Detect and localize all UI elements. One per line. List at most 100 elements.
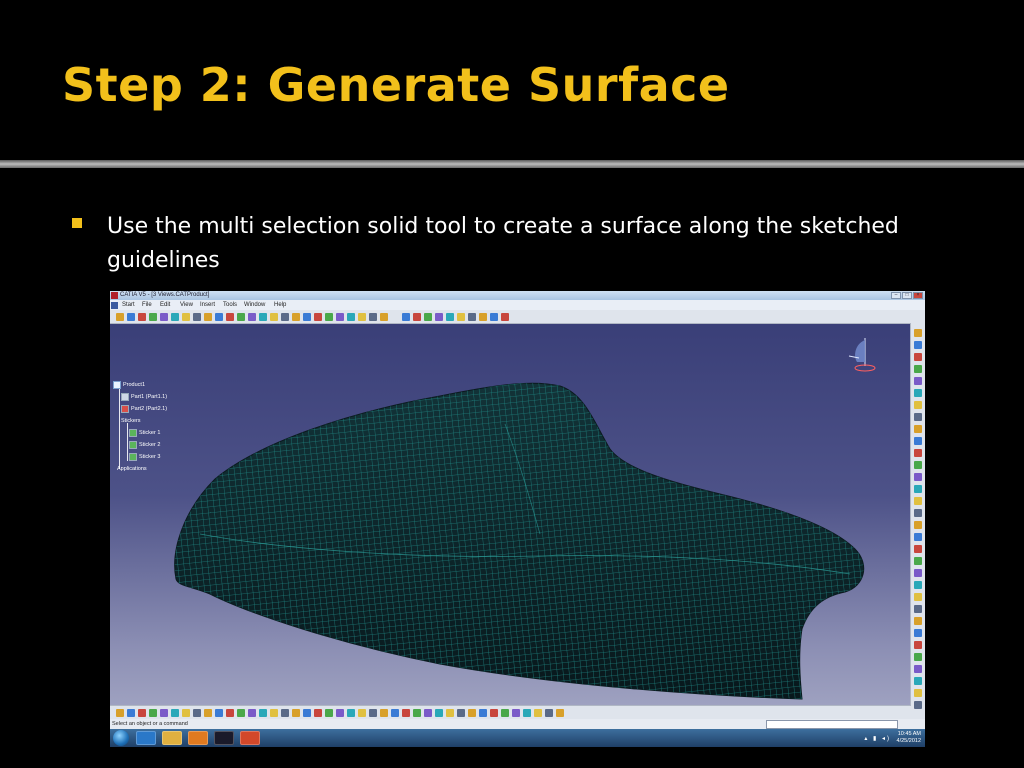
- toolbar-icon[interactable]: [292, 313, 300, 321]
- toolbar-icon[interactable]: [281, 313, 289, 321]
- tree-item-product1[interactable]: Product1: [113, 379, 145, 391]
- toolbar-icon[interactable]: [446, 313, 454, 321]
- toolbar-icon[interactable]: [914, 521, 922, 529]
- system-tray-icons[interactable]: ▴ ▮ ◂): [864, 735, 891, 742]
- toolbar-icon[interactable]: [369, 709, 377, 717]
- toolbar-icon[interactable]: [501, 709, 509, 717]
- toolbar-icon[interactable]: [402, 709, 410, 717]
- compass-icon[interactable]: [845, 334, 885, 374]
- toolbar-icon[interactable]: [259, 313, 267, 321]
- toolbar-icon[interactable]: [914, 641, 922, 649]
- toolbar-icon[interactable]: [512, 709, 520, 717]
- toolbar-icon[interactable]: [914, 389, 922, 397]
- toolbar-icon[interactable]: [171, 313, 179, 321]
- minimize-button[interactable]: –: [891, 292, 901, 299]
- menu-insert[interactable]: Insert: [200, 300, 215, 310]
- toolbar-icon[interactable]: [182, 313, 190, 321]
- toolbar-icon[interactable]: [457, 709, 465, 717]
- toolbar-icon[interactable]: [914, 689, 922, 697]
- toolbar-icon[interactable]: [127, 313, 135, 321]
- toolbar-icon[interactable]: [347, 313, 355, 321]
- menu-tools[interactable]: Tools: [223, 300, 237, 310]
- toolbar-icon[interactable]: [914, 569, 922, 577]
- toolbar-icon[interactable]: [270, 313, 278, 321]
- toolbar-icon[interactable]: [336, 709, 344, 717]
- toolbar-icon[interactable]: [435, 313, 443, 321]
- toolbar-icon[interactable]: [314, 313, 322, 321]
- toolbar-icon[interactable]: [914, 677, 922, 685]
- toolbar-icon[interactable]: [914, 629, 922, 637]
- toolbar-icon[interactable]: [914, 605, 922, 613]
- toolbar-icon[interactable]: [303, 709, 311, 717]
- tree-item-stickers[interactable]: Stickers: [121, 415, 141, 427]
- toolbar-icon[interactable]: [413, 709, 421, 717]
- catia-icon[interactable]: [214, 731, 234, 745]
- toolbar-icon[interactable]: [391, 709, 399, 717]
- toolbar-icon[interactable]: [215, 709, 223, 717]
- start-button[interactable]: [113, 730, 129, 746]
- toolbar-icon[interactable]: [914, 461, 922, 469]
- menu-edit[interactable]: Edit: [160, 300, 170, 310]
- toolbar-icon[interactable]: [358, 709, 366, 717]
- toolbar-icon[interactable]: [490, 313, 498, 321]
- toolbar-icon[interactable]: [127, 709, 135, 717]
- media-player-icon[interactable]: [188, 731, 208, 745]
- toolbar-icon[interactable]: [402, 313, 410, 321]
- toolbar-icon[interactable]: [914, 593, 922, 601]
- toolbar-icon[interactable]: [914, 617, 922, 625]
- command-input[interactable]: [766, 720, 898, 729]
- toolbar-icon[interactable]: [914, 341, 922, 349]
- maximize-button[interactable]: □: [902, 292, 912, 299]
- toolbar-icon[interactable]: [314, 709, 322, 717]
- toolbar-icon[interactable]: [259, 709, 267, 717]
- toolbar-icon[interactable]: [248, 709, 256, 717]
- tree-item-sticker2[interactable]: Sticker 2: [129, 439, 160, 451]
- internet-explorer-icon[interactable]: [136, 731, 156, 745]
- toolbar-icon[interactable]: [914, 353, 922, 361]
- toolbar-icon[interactable]: [914, 701, 922, 709]
- toolbar-icon[interactable]: [413, 313, 421, 321]
- tree-item-sticker3[interactable]: Sticker 3: [129, 451, 160, 463]
- toolbar-icon[interactable]: [182, 709, 190, 717]
- menu-window[interactable]: Window: [244, 300, 265, 310]
- toolbar-icon[interactable]: [914, 533, 922, 541]
- toolbar-icon[interactable]: [248, 313, 256, 321]
- toolbar-icon[interactable]: [237, 313, 245, 321]
- toolbar-icon[interactable]: [914, 377, 922, 385]
- toolbar-icon[interactable]: [281, 709, 289, 717]
- toolbar-icon[interactable]: [534, 709, 542, 717]
- toolbar-icon[interactable]: [138, 709, 146, 717]
- toolbar-icon[interactable]: [914, 473, 922, 481]
- toolbar-icon[interactable]: [193, 709, 201, 717]
- toolbar-icon[interactable]: [914, 497, 922, 505]
- car-surface-model[interactable]: [110, 324, 911, 705]
- toolbar-icon[interactable]: [303, 313, 311, 321]
- toolbar-icon[interactable]: [237, 709, 245, 717]
- close-button[interactable]: ×: [913, 292, 923, 299]
- toolbar-icon[interactable]: [270, 709, 278, 717]
- toolbar-icon[interactable]: [325, 709, 333, 717]
- toolbar-icon[interactable]: [204, 313, 212, 321]
- toolbar-icon[interactable]: [336, 313, 344, 321]
- toolbar-icon[interactable]: [457, 313, 465, 321]
- toolbar-icon[interactable]: [380, 709, 388, 717]
- menu-file[interactable]: File: [142, 300, 152, 310]
- toolbar-icon[interactable]: [914, 581, 922, 589]
- toolbar-icon[interactable]: [501, 313, 509, 321]
- toolbar-icon[interactable]: [914, 509, 922, 517]
- toolbar-icon[interactable]: [424, 313, 432, 321]
- toolbar-icon[interactable]: [292, 709, 300, 717]
- toolbar-icon[interactable]: [226, 313, 234, 321]
- menu-start[interactable]: Start: [122, 300, 135, 310]
- toolbar-icon[interactable]: [160, 313, 168, 321]
- toolbar-icon[interactable]: [149, 313, 157, 321]
- toolbar-icon[interactable]: [914, 449, 922, 457]
- toolbar-icon[interactable]: [226, 709, 234, 717]
- tree-item-part1[interactable]: Part1 (Part1.1): [121, 391, 167, 403]
- toolbar-icon[interactable]: [914, 437, 922, 445]
- toolbar-icon[interactable]: [380, 313, 388, 321]
- menu-view[interactable]: View: [180, 300, 193, 310]
- catia-menu-icon[interactable]: [111, 302, 118, 309]
- toolbar-icon[interactable]: [556, 709, 564, 717]
- toolbar-icon[interactable]: [149, 709, 157, 717]
